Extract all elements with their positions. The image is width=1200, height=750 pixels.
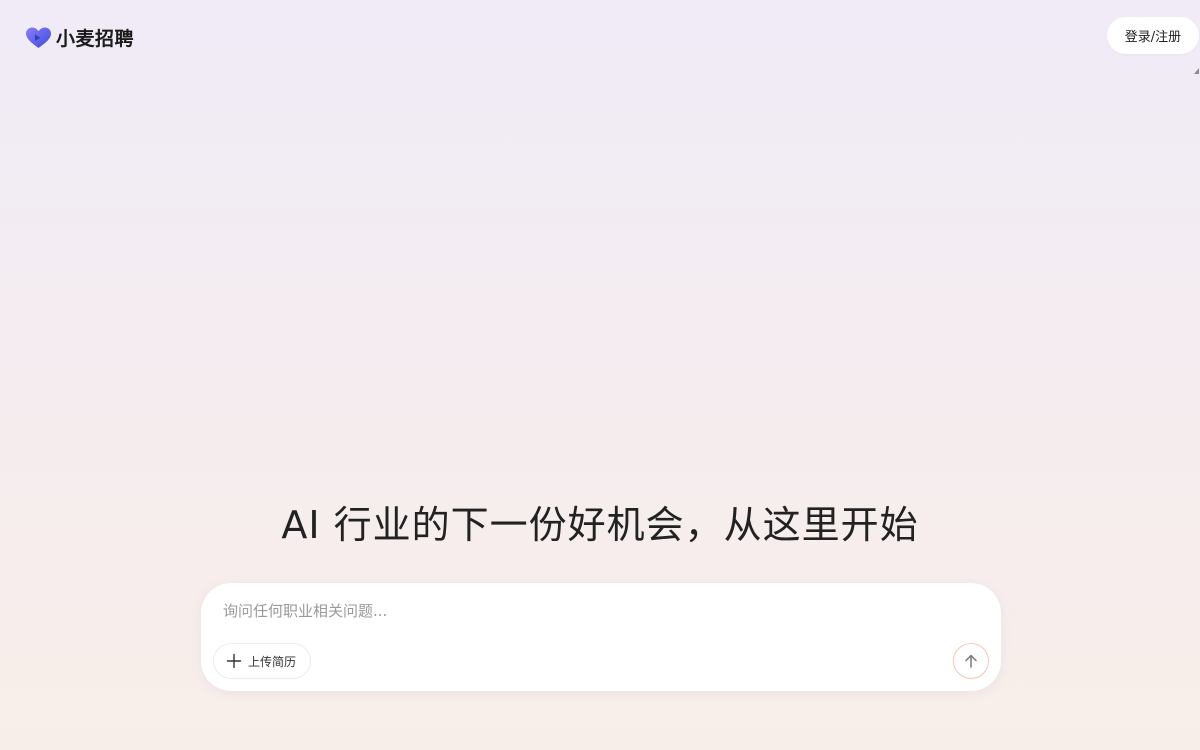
hero-title: AI 行业的下一份好机会，从这里开始 (281, 503, 919, 547)
upload-resume-button[interactable]: 上传简历 (213, 643, 312, 679)
login-register-button[interactable]: 登录/注册 (1107, 17, 1199, 54)
plus-icon (226, 653, 242, 669)
corner-indicator-icon (1194, 68, 1199, 74)
heart-logo-icon (26, 27, 51, 48)
arrow-up-icon (965, 654, 977, 668)
brand-logo[interactable]: 小麦招聘 (26, 24, 134, 51)
chat-composer: 上传简历 (201, 583, 1001, 691)
upload-resume-label: 上传简历 (248, 654, 297, 669)
chat-input[interactable] (223, 599, 963, 623)
send-button[interactable] (953, 643, 989, 679)
top-bar: 小麦招聘 登录/注册 (0, 0, 1200, 74)
brand-name: 小麦招聘 (56, 28, 135, 50)
